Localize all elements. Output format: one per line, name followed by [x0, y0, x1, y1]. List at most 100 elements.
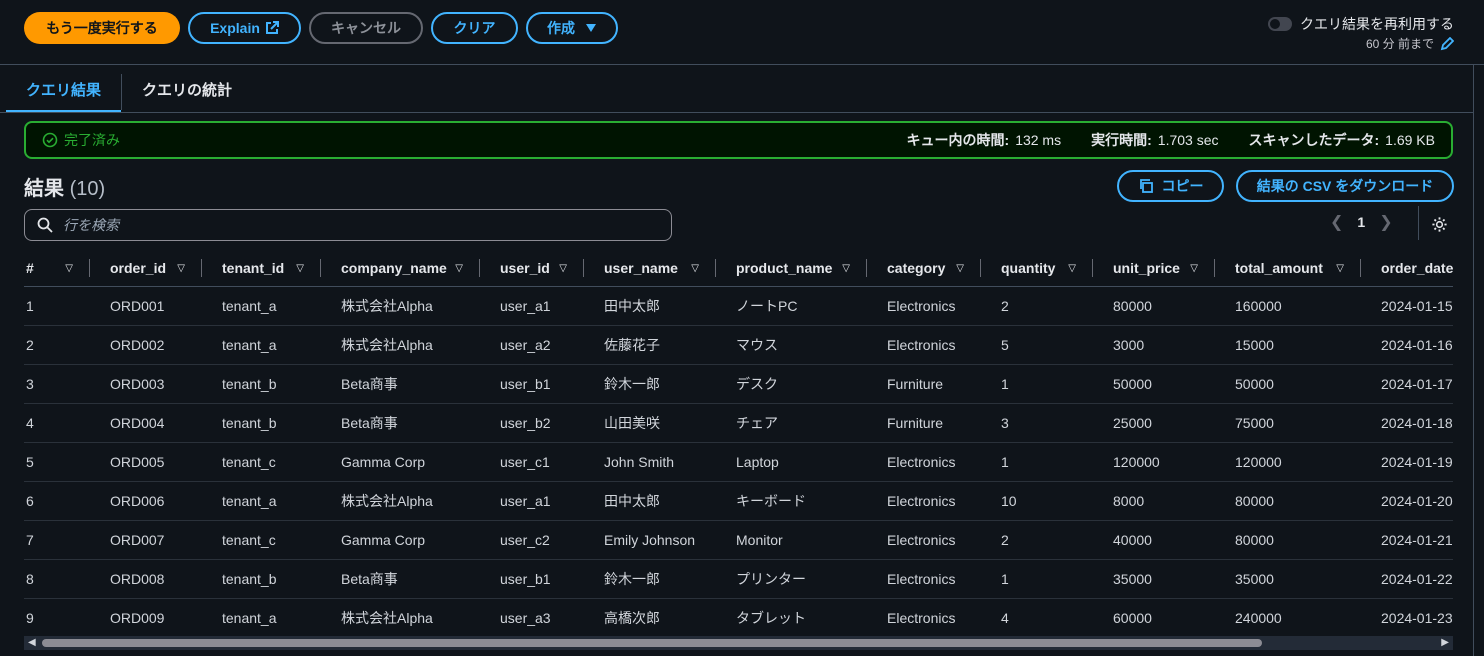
table-cell: 7	[24, 520, 90, 560]
column-header[interactable]: user_id ▽	[480, 250, 584, 287]
table-cell: tenant_a	[202, 286, 321, 326]
table-cell: 2024-01-20	[1361, 481, 1454, 521]
table-cell: Gamma Corp	[321, 442, 480, 482]
table-cell: 5	[24, 442, 90, 482]
table-cell: Furniture	[867, 403, 981, 443]
column-header[interactable]: unit_price ▽	[1093, 250, 1215, 287]
scroll-right-icon[interactable]: ▶	[1441, 636, 1449, 650]
prev-page-icon[interactable]: ❮	[1330, 212, 1343, 232]
status-ok: 完了済み	[42, 130, 120, 150]
table-cell: ORD004	[90, 403, 202, 443]
table-cell: 2024-01-23	[1361, 598, 1454, 638]
column-header[interactable]: user_name ▽	[584, 250, 716, 287]
table-cell: 2024-01-17	[1361, 364, 1454, 404]
column-header[interactable]: product_name ▽	[716, 250, 867, 287]
clear-button[interactable]: クリア	[431, 12, 518, 44]
tab-query-results[interactable]: クエリ結果	[6, 74, 122, 113]
sort-icon[interactable]: ▽	[956, 263, 964, 274]
table-cell: tenant_a	[202, 481, 321, 521]
sort-icon[interactable]: ▽	[455, 263, 463, 274]
column-header[interactable]: quantity ▽	[981, 250, 1093, 287]
download-csv-button[interactable]: 結果の CSV をダウンロード	[1236, 170, 1454, 202]
scanned-data: スキャンしたデータ: 1.69 KB	[1249, 130, 1436, 150]
table-cell: 15000	[1215, 325, 1361, 365]
column-label: order_date	[1381, 260, 1454, 276]
cancel-button[interactable]: キャンセル	[309, 12, 423, 44]
table-cell: 10	[981, 481, 1093, 521]
sort-icon[interactable]: ▽	[691, 263, 699, 274]
scroll-left-icon[interactable]: ◀	[28, 636, 36, 650]
create-label: 作成	[547, 20, 575, 36]
gear-icon[interactable]	[1431, 216, 1448, 233]
table-row: 7 ORD007 tenant_c Gamma Corp user_c2 Emily Jo…	[24, 520, 1454, 560]
table-cell: user_a1	[480, 286, 584, 326]
column-header[interactable]: order_date▽	[1361, 250, 1454, 287]
column-header[interactable]: tenant_id ▽	[202, 250, 321, 287]
tab-query-stats[interactable]: クエリの統計	[122, 74, 252, 112]
table-cell: Laptop	[716, 442, 867, 482]
column-header[interactable]: total_amount ▽	[1215, 250, 1361, 287]
table-cell: tenant_a	[202, 598, 321, 638]
column-header[interactable]: category ▽	[867, 250, 981, 287]
column-header[interactable]: order_id ▽	[90, 250, 202, 287]
status-banner: 完了済み キュー内の時間: 132 ms 実行時間: 1.703 sec スキャンし…	[24, 121, 1453, 159]
table-cell: user_a2	[480, 325, 584, 365]
sort-icon[interactable]: ▽	[177, 263, 185, 274]
sort-icon[interactable]: ▽	[559, 263, 567, 274]
table-cell: Beta商事	[321, 559, 480, 599]
table-cell: 株式会社Alpha	[321, 286, 480, 326]
explain-button[interactable]: Explain	[188, 12, 301, 44]
table-cell: 2024-01-15	[1361, 286, 1454, 326]
table-cell: 2024-01-22	[1361, 559, 1454, 599]
create-button[interactable]: 作成	[526, 12, 618, 44]
table-cell: Beta商事	[321, 364, 480, 404]
table-cell: 1	[981, 364, 1093, 404]
table-row: 5 ORD005 tenant_c Gamma Corp user_c1 John Smi…	[24, 442, 1454, 482]
table-cell: 80000	[1093, 286, 1215, 326]
table-cell: タブレット	[716, 598, 867, 638]
table-cell: user_a1	[480, 481, 584, 521]
table-row: 6 ORD006 tenant_a 株式会社Alpha user_a1 田中太郎 キーボード…	[24, 481, 1454, 521]
column-header[interactable]: company_name ▽	[321, 250, 480, 287]
current-page[interactable]: 1	[1357, 214, 1365, 230]
toggle-switch[interactable]	[1268, 17, 1292, 31]
sort-icon[interactable]: ▽	[842, 263, 850, 274]
scanned-data-label: スキャンしたデータ:	[1248, 132, 1380, 148]
table-cell: 240000	[1215, 598, 1361, 638]
column-label: category	[887, 260, 946, 276]
search-input[interactable]	[61, 216, 645, 234]
run-again-button[interactable]: もう一度実行する	[24, 12, 180, 44]
exec-time-label: 実行時間:	[1091, 132, 1152, 148]
sort-icon[interactable]: ▽	[1068, 263, 1076, 274]
copy-button[interactable]: コピー	[1117, 170, 1224, 202]
reuse-results-toggle[interactable]: クエリ結果を再利用する	[1268, 14, 1454, 34]
table-cell: デスク	[716, 364, 867, 404]
sort-icon[interactable]: ▽	[296, 263, 304, 274]
horizontal-scrollbar[interactable]: ◀ ▶	[24, 636, 1453, 650]
results-heading: 結果 (10)	[24, 172, 105, 201]
results-title: 結果	[24, 178, 64, 200]
sort-icon[interactable]: ▽	[1336, 263, 1344, 274]
scroll-thumb[interactable]	[42, 639, 1262, 647]
table-cell: Electronics	[867, 598, 981, 638]
table-cell: マウス	[716, 325, 867, 365]
table-cell: user_c1	[480, 442, 584, 482]
table-cell: 3000	[1093, 325, 1215, 365]
column-label: unit_price	[1113, 260, 1180, 276]
sort-icon[interactable]: ▽	[1190, 263, 1198, 274]
external-link-icon	[265, 21, 279, 34]
column-label: company_name	[341, 260, 447, 276]
edit-pencil-icon[interactable]	[1440, 36, 1454, 51]
sort-icon[interactable]: ▽	[65, 263, 73, 274]
search-icon	[37, 217, 53, 233]
next-page-icon[interactable]: ❯	[1379, 212, 1392, 232]
column-header[interactable]: # ▽	[24, 250, 90, 287]
table-cell: Gamma Corp	[321, 520, 480, 560]
table-cell: チェア	[716, 403, 867, 443]
table-cell: 2	[981, 520, 1093, 560]
reuse-label: クエリ結果を再利用する	[1300, 16, 1454, 32]
results-count: (10)	[69, 178, 106, 200]
table-row: 2 ORD002 tenant_a 株式会社Alpha user_a2 佐藤花子 マウス El…	[24, 325, 1454, 365]
table-cell: Electronics	[867, 481, 981, 521]
table-cell: 株式会社Alpha	[321, 481, 480, 521]
